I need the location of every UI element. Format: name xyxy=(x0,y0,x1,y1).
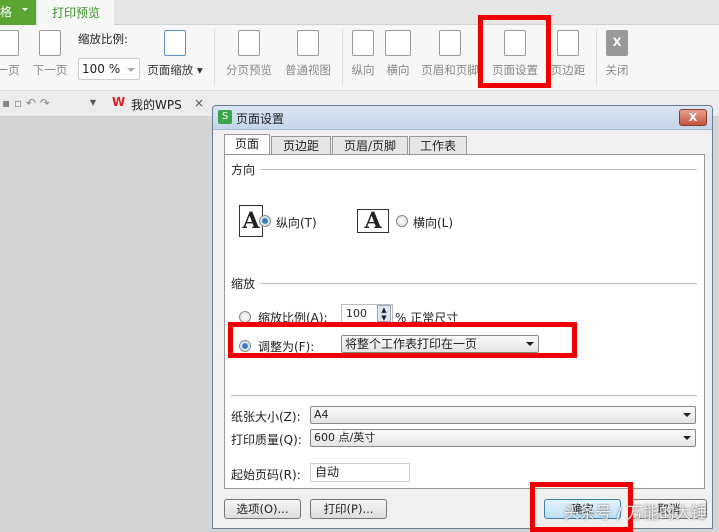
scale-radio[interactable] xyxy=(239,311,251,323)
print-button[interactable]: 打印(P)... xyxy=(310,499,387,519)
page-setup-button[interactable]: 页面设置 xyxy=(488,30,542,78)
scale-value: 100 xyxy=(346,307,367,320)
chevron-down-icon xyxy=(683,413,691,417)
tab-print-preview[interactable]: 打印预览 xyxy=(38,0,114,26)
table-icon xyxy=(297,30,319,56)
margins-label: 页边距 xyxy=(550,63,586,77)
chevron-down-icon xyxy=(683,436,691,440)
header-footer-label: 页眉和页脚 xyxy=(421,63,479,77)
landscape-button[interactable]: 横向 xyxy=(383,30,413,78)
tab-close-button[interactable]: × xyxy=(194,96,204,110)
fit-to-radio[interactable] xyxy=(239,340,251,352)
portrait-radio[interactable] xyxy=(259,215,271,227)
scale-suffix: % 正常尺寸 xyxy=(395,311,459,325)
chevron-down-icon xyxy=(526,342,534,346)
landscape-radio-label[interactable]: 横向(L) xyxy=(413,214,453,231)
quick-access-icons: ▪ ▫ ↶ ↷ xyxy=(2,96,50,110)
page-zoom-button[interactable]: 页面缩放 ▾ xyxy=(144,30,206,78)
customize-icon[interactable]: ▾ xyxy=(90,95,96,109)
grid-icon xyxy=(238,30,260,56)
dialog-title: 页面设置 xyxy=(236,112,285,126)
page-break-preview-button[interactable]: 分页预览 xyxy=(222,30,276,78)
landscape-radio[interactable] xyxy=(396,215,408,227)
wps-sheet-icon: S xyxy=(218,110,232,124)
fit-to-select[interactable]: 将整个工作表打印在一页 xyxy=(341,335,539,353)
tab-worksheet[interactable]: 工作表 xyxy=(409,136,467,155)
scale-radio-label[interactable]: 缩放比例(A): xyxy=(258,309,328,326)
fit-to-value: 将整个工作表打印在一页 xyxy=(345,337,478,351)
tab-my-wps[interactable]: 我的WPS xyxy=(131,96,182,113)
app-menu-button[interactable]: 格 xyxy=(0,0,36,25)
normal-view-button[interactable]: 普通视图 xyxy=(281,30,335,78)
prev-page-label: 一页 xyxy=(0,63,20,77)
portrait-button[interactable]: 纵向 xyxy=(348,30,378,78)
fit-to-radio-label[interactable]: 调整为(F): xyxy=(258,338,314,355)
next-page-label: 下一页 xyxy=(32,63,68,77)
portrait-icon xyxy=(352,30,374,56)
first-page-value: 自动 xyxy=(315,465,340,479)
margins-icon xyxy=(557,30,579,56)
page-zoom-icon xyxy=(164,30,186,56)
paper-size-select[interactable]: A4 xyxy=(310,406,696,424)
app-menu-label: 格 xyxy=(0,5,13,19)
paper-size-label: 纸张大小(Z): xyxy=(231,410,301,424)
zoom-value: 100 % xyxy=(82,62,121,76)
page-setup-dialog: S 页面设置 X 页面 页边距 页眉/页脚 工作表 方向 A 纵向(T) A 横… xyxy=(212,105,713,529)
tab-header-footer[interactable]: 页眉/页脚 xyxy=(332,136,408,155)
scale-spinner[interactable]: ▲ ▼ xyxy=(377,305,391,322)
close-label: 关闭 xyxy=(605,63,629,77)
margins-button[interactable]: 页边距 xyxy=(548,30,588,78)
portrait-label: 纵向 xyxy=(351,63,375,77)
landscape-icon xyxy=(385,30,411,56)
header-footer-icon xyxy=(439,30,461,56)
portrait-radio-label[interactable]: 纵向(T) xyxy=(276,214,317,231)
chevron-down-icon xyxy=(22,8,28,14)
normal-view-label: 普通视图 xyxy=(285,63,331,77)
page-setup-label: 页面设置 xyxy=(492,63,538,77)
next-page-button[interactable]: 下一页 xyxy=(30,30,70,78)
close-preview-button[interactable]: X 关闭 xyxy=(602,30,632,78)
dialog-close-button[interactable]: X xyxy=(679,109,707,126)
next-page-icon xyxy=(39,30,61,56)
page-setup-gear-icon xyxy=(504,30,526,56)
header-footer-button[interactable]: 页眉和页脚 xyxy=(416,30,484,78)
print-quality-label: 打印质量(Q): xyxy=(231,433,302,447)
page-break-preview-label: 分页预览 xyxy=(226,63,272,77)
options-button[interactable]: 选项(O)... xyxy=(224,499,301,519)
toolbar: 一页 下一页 缩放比例: 100 % 页面缩放 ▾ 分页预览 普通视图 纵向 横… xyxy=(0,25,719,91)
landscape-label: 横向 xyxy=(386,63,410,77)
scaling-heading: 缩放 xyxy=(231,277,256,291)
tab-page[interactable]: 页面 xyxy=(224,134,270,156)
zoom-select[interactable]: 100 % xyxy=(78,58,140,80)
close-icon: X xyxy=(606,30,628,56)
wps-logo-icon: W xyxy=(112,95,126,109)
prev-page-icon xyxy=(0,30,19,56)
page-zoom-label: 页面缩放 xyxy=(147,63,194,77)
orientation-heading: 方向 xyxy=(231,163,256,177)
landscape-page-icon: A xyxy=(357,209,389,233)
zoom-label: 缩放比例: xyxy=(78,32,128,46)
page-tab-panel: 方向 A 纵向(T) A 横向(L) 缩放 缩放比例(A): 100 ▲ ▼ % … xyxy=(224,154,705,489)
watermark: 头条号 / 万能的大锤 xyxy=(563,503,707,522)
print-quality-select[interactable]: 600 点/英寸 xyxy=(310,429,696,447)
dialog-titlebar: S 页面设置 X xyxy=(213,106,712,130)
first-page-input[interactable]: 自动 xyxy=(310,463,410,482)
tab-margins[interactable]: 页边距 xyxy=(271,136,331,155)
first-page-label: 起始页码(R): xyxy=(231,468,301,482)
paper-size-value: A4 xyxy=(314,408,329,421)
print-quality-value: 600 点/英寸 xyxy=(314,431,376,444)
prev-page-button[interactable]: 一页 xyxy=(0,30,24,78)
chevron-down-icon xyxy=(127,68,135,72)
